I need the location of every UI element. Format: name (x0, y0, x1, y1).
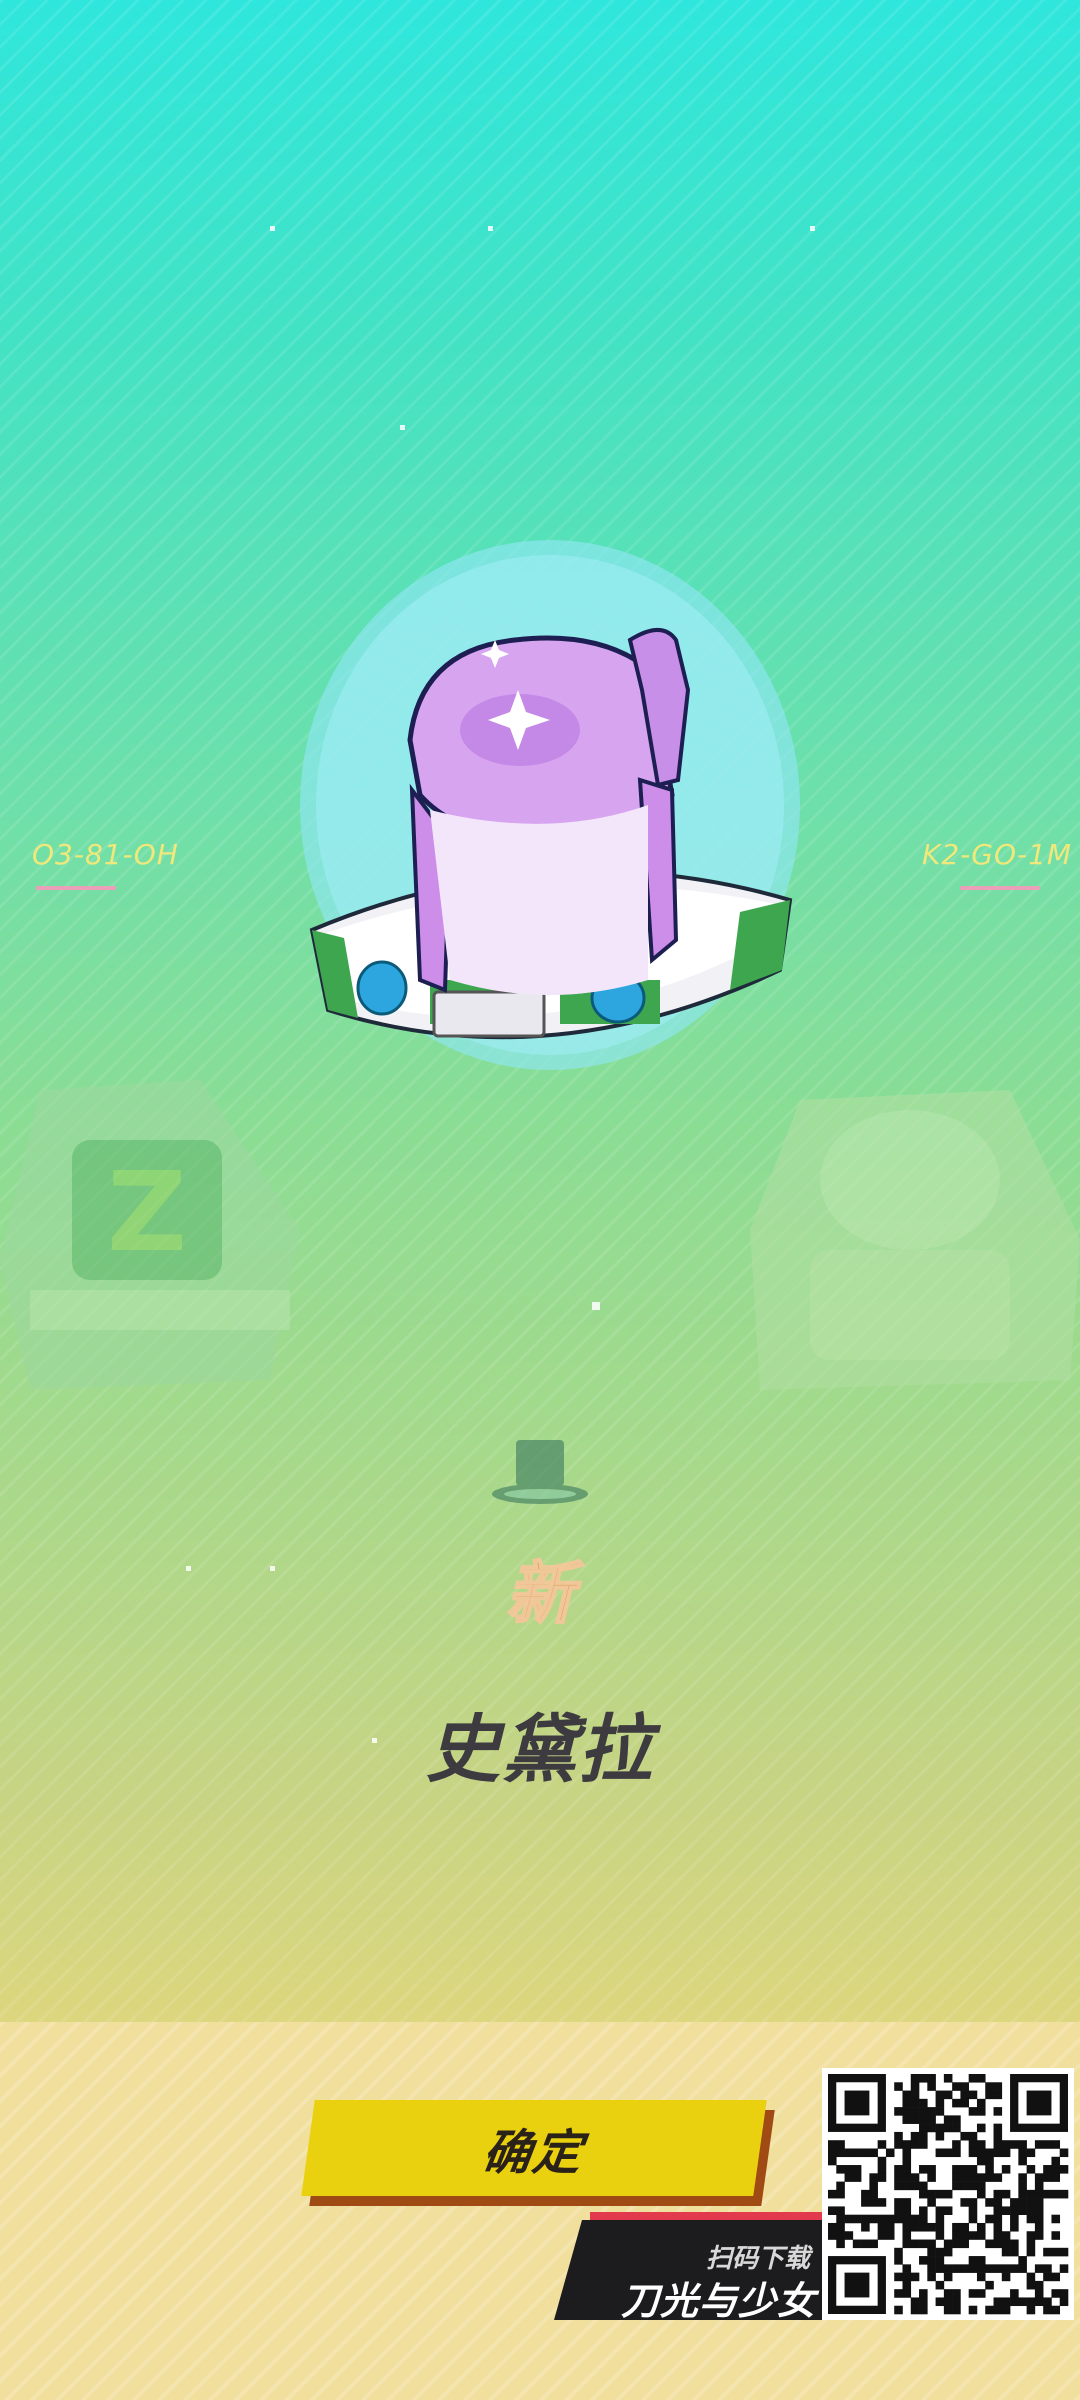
left-code-underline (36, 886, 116, 890)
sparkle-dot (488, 226, 493, 231)
left-code-label: O3-81-OH (32, 838, 179, 871)
sparkle-dot (592, 1302, 600, 1310)
background-machine-left: Z (0, 1080, 300, 1390)
promo-black-bar: 扫码下载 刀光与少女 (554, 2220, 830, 2320)
sparkle-dot (270, 226, 275, 231)
confirm-button[interactable]: 确定 (301, 2100, 778, 2206)
sparkle-dot (400, 425, 405, 430)
item-name: 史黛拉 (426, 1707, 654, 1793)
promo-accent-bar (590, 2212, 830, 2220)
promo-banner: 扫码下载 刀光与少女 (554, 2212, 830, 2320)
top-hat-icon (492, 1440, 588, 1504)
purple-hair-bun-icon (300, 540, 800, 1070)
confirm-button-face[interactable]: 确定 (301, 2100, 767, 2196)
game-title-logo: 刀光与少女 (620, 2279, 816, 2323)
new-badge: 新 (505, 1554, 575, 1635)
qr-code-icon[interactable] (822, 2068, 1074, 2320)
sparkle-dot (270, 1566, 275, 1571)
background-machine-right (750, 1090, 1080, 1390)
sparkle-dot (186, 1566, 191, 1571)
confirm-button-label: 确定 (479, 2125, 588, 2181)
sparkle-dot (810, 226, 815, 231)
right-code-underline (960, 886, 1040, 890)
right-code-label: K2-GO-1M (922, 838, 1073, 871)
svg-text:Z: Z (107, 1148, 187, 1276)
reward-screen: O3-81-OH K2-GO-1M Z 新 史黛拉 确定 扫码下载 刀光与少女 (0, 0, 1080, 2400)
